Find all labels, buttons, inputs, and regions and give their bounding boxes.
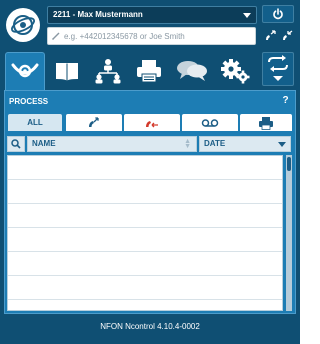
switch-icon	[268, 55, 288, 81]
version-footer: NFON Ncontrol 4.10.4-0002	[100, 322, 200, 331]
process-panel: PROCESS ? ALL NAME ▲ ▼ DATE	[4, 90, 296, 314]
tab-settings[interactable]	[216, 52, 254, 90]
list-item[interactable]	[8, 252, 282, 276]
process-list	[7, 155, 283, 311]
panel-title: PROCESS	[9, 97, 49, 106]
list-item[interactable]	[8, 228, 282, 252]
chevron-down-icon	[243, 13, 251, 18]
user-select-value: 2211 - Max Mustermann	[53, 10, 143, 19]
column-date-label: DATE	[204, 139, 226, 148]
chat-icon	[177, 61, 207, 81]
list-item[interactable]	[8, 300, 282, 310]
help-button[interactable]: ?	[280, 95, 291, 107]
callback-button[interactable]	[280, 27, 295, 45]
search-button[interactable]	[7, 136, 25, 152]
call-button[interactable]	[263, 27, 278, 45]
tab-organization[interactable]	[90, 52, 126, 90]
tab-process[interactable]	[5, 52, 45, 90]
horn-icon	[11, 63, 39, 77]
list-item[interactable]	[8, 276, 282, 300]
user-select[interactable]: 2211 - Max Mustermann	[47, 6, 257, 24]
column-name-label: NAME	[32, 139, 56, 148]
fax-icon	[259, 116, 273, 130]
ncontrol-window: 2211 - Max Mustermann e.g. +442012345678…	[0, 0, 300, 344]
outgoing-call-icon	[89, 116, 99, 127]
org-chart-icon	[95, 59, 121, 84]
filter-all[interactable]: ALL	[8, 114, 62, 131]
sort-icon: ▲ ▼	[184, 138, 191, 150]
filter-voicemail[interactable]	[182, 114, 238, 131]
search-icon	[11, 139, 21, 149]
chevron-down-icon	[273, 76, 283, 81]
missed-call-icon	[146, 120, 158, 127]
filter-outgoing[interactable]	[66, 114, 122, 131]
list-item[interactable]	[8, 180, 282, 204]
globe-icon	[11, 15, 35, 35]
tab-fax[interactable]	[131, 52, 167, 90]
list-item[interactable]	[8, 204, 282, 228]
voicemail-icon	[201, 118, 219, 127]
filter-all-label: ALL	[27, 118, 43, 127]
list-item[interactable]	[8, 156, 282, 180]
tab-phonebook[interactable]	[49, 52, 85, 90]
logout-button[interactable]	[262, 5, 294, 23]
power-icon	[273, 8, 283, 20]
call-back-icon	[282, 30, 292, 40]
fax-icon	[137, 60, 161, 83]
filter-missed[interactable]	[124, 114, 180, 131]
nfon-logo	[6, 8, 40, 42]
gears-icon	[221, 59, 250, 84]
chevron-down-icon	[278, 142, 286, 147]
column-header-date[interactable]: DATE	[199, 136, 291, 152]
column-header-name[interactable]: NAME ▲ ▼	[27, 136, 197, 152]
call-forward-icon	[265, 30, 276, 40]
view-switch-button[interactable]	[262, 52, 294, 86]
scrollbar[interactable]	[286, 155, 292, 311]
pencil-icon	[52, 32, 60, 40]
dial-field[interactable]	[47, 27, 256, 45]
scrollbar-thumb[interactable]	[287, 157, 291, 171]
dial-input[interactable]	[64, 30, 252, 43]
tab-chat[interactable]	[172, 52, 212, 90]
book-icon	[56, 63, 78, 81]
filter-fax[interactable]	[240, 114, 292, 131]
